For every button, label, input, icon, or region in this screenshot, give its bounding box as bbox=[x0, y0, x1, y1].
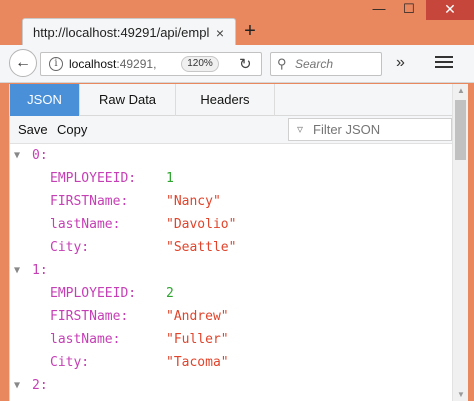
overflow-menu-icon[interactable]: » bbox=[396, 54, 405, 72]
browser-tab[interactable]: http://localhost:49291/api/empl × bbox=[22, 18, 236, 46]
search-icon: ⚲ bbox=[277, 56, 287, 71]
json-key: City: bbox=[50, 240, 90, 255]
new-tab-button[interactable]: + bbox=[240, 20, 260, 42]
scroll-up-icon[interactable]: ▲ bbox=[457, 86, 465, 95]
expand-toggle-icon[interactable]: ▼ bbox=[14, 374, 20, 397]
vertical-scrollbar[interactable]: ▲ ▼ bbox=[452, 84, 468, 401]
navigation-bar: ← i localhost:49291, 120% ↻ ⚲ » bbox=[0, 45, 474, 83]
url-host: localhost bbox=[69, 57, 117, 71]
expand-toggle-icon[interactable]: ▼ bbox=[14, 144, 20, 167]
json-value: "Seattle" bbox=[166, 240, 237, 255]
tab-json[interactable]: JSON bbox=[10, 84, 80, 116]
json-key: FIRSTName: bbox=[50, 309, 129, 324]
url-bar[interactable]: i localhost:49291, 120% ↻ bbox=[40, 52, 262, 76]
json-value: "Tacoma" bbox=[166, 355, 229, 370]
json-key: EMPLOYEEID: bbox=[50, 171, 137, 186]
json-index: 1: bbox=[32, 263, 48, 278]
viewer-toolbar: Save Copy ▿ bbox=[10, 116, 468, 144]
minimize-button[interactable]: — bbox=[364, 0, 394, 20]
filter-input[interactable] bbox=[313, 121, 447, 138]
url-port: :49291, bbox=[116, 57, 157, 71]
json-key: FIRSTName: bbox=[50, 194, 129, 209]
browser-window: http://localhost:49291/api/empl × + — ☐ … bbox=[0, 0, 474, 401]
expand-toggle-icon[interactable]: ▼ bbox=[14, 259, 20, 282]
json-tree: ▼ 0: EMPLOYEEID: 1 FIRSTName: "Nancy" la… bbox=[10, 144, 452, 401]
json-key: EMPLOYEEID: bbox=[50, 286, 137, 301]
tab-close-icon[interactable]: × bbox=[213, 25, 227, 41]
site-info-icon[interactable]: i bbox=[49, 57, 63, 71]
json-viewer: JSON Raw Data Headers Save Copy ▿ ▼ 0: E… bbox=[9, 84, 468, 401]
json-value: "Davolio" bbox=[166, 217, 237, 232]
search-input[interactable] bbox=[295, 55, 379, 73]
tab-raw-data[interactable]: Raw Data bbox=[80, 84, 176, 116]
tab-strip: http://localhost:49291/api/empl × + — ☐ … bbox=[0, 0, 474, 46]
search-box[interactable]: ⚲ bbox=[270, 52, 382, 76]
json-index: 0: bbox=[32, 148, 48, 163]
scroll-down-icon[interactable]: ▼ bbox=[457, 390, 465, 399]
tab-headers[interactable]: Headers bbox=[176, 84, 275, 116]
json-value: "Andrew" bbox=[166, 309, 229, 324]
maximize-button[interactable]: ☐ bbox=[394, 0, 424, 20]
copy-button[interactable]: Copy bbox=[57, 122, 87, 137]
json-value: 2 bbox=[166, 286, 174, 301]
zoom-indicator[interactable]: 120% bbox=[181, 56, 219, 72]
tab-title: http://localhost:49291/api/empl bbox=[33, 25, 210, 40]
reload-icon[interactable]: ↻ bbox=[239, 55, 252, 73]
json-value: "Nancy" bbox=[166, 194, 221, 209]
save-button[interactable]: Save bbox=[18, 122, 48, 137]
filter-icon: ▿ bbox=[297, 122, 304, 136]
viewer-tabs: JSON Raw Data Headers bbox=[10, 84, 468, 116]
json-key: City: bbox=[50, 355, 90, 370]
filter-box[interactable]: ▿ bbox=[288, 118, 452, 141]
back-button[interactable]: ← bbox=[9, 49, 37, 77]
scrollbar-thumb[interactable] bbox=[455, 100, 466, 160]
json-key: lastName: bbox=[50, 332, 121, 347]
url-text[interactable]: localhost:49291, bbox=[69, 57, 156, 71]
json-key: lastName: bbox=[50, 217, 121, 232]
json-value: 1 bbox=[166, 171, 174, 186]
close-window-button[interactable]: ✕ bbox=[426, 0, 474, 20]
json-index: 2: bbox=[32, 378, 48, 393]
json-value: "Fuller" bbox=[166, 332, 229, 347]
hamburger-menu-icon[interactable] bbox=[433, 53, 455, 73]
